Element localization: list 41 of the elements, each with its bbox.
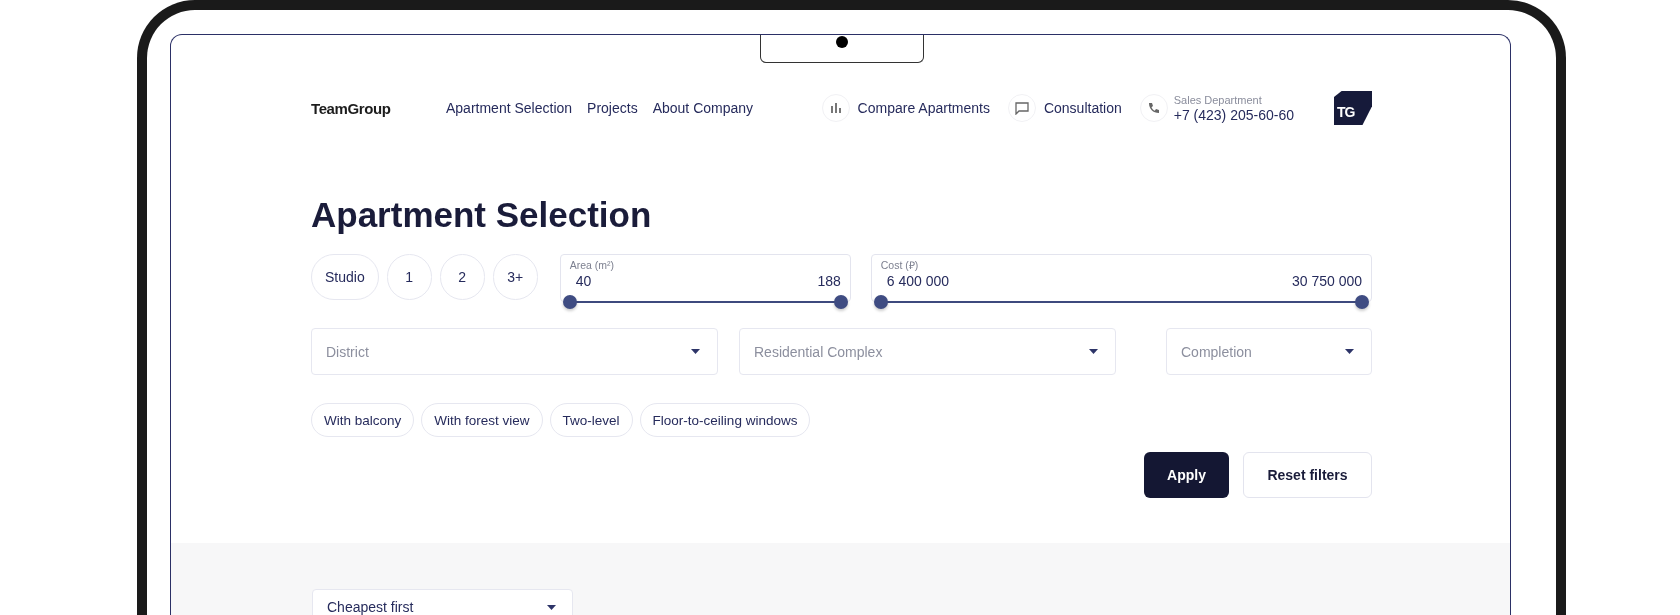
company-logo-mark[interactable]: TG <box>1334 91 1372 125</box>
range-track[interactable] <box>562 295 848 309</box>
caret-icon <box>1089 349 1098 354</box>
compare-link[interactable]: Compare Apartments <box>821 94 990 122</box>
consultation-link[interactable]: Consultation <box>1007 94 1122 122</box>
sales-caption: Sales Department <box>1173 92 1263 107</box>
room-count-option[interactable]: Studio <box>311 254 379 300</box>
camera-icon <box>836 36 848 48</box>
room-count-option[interactable]: 3+ <box>492 254 538 300</box>
range-min-value: 6 400 000 <box>886 272 950 290</box>
feature-tag[interactable]: Floor-to-ceiling windows <box>639 403 811 437</box>
feature-tag[interactable]: Two-level <box>549 403 633 437</box>
reset-button[interactable]: Reset filters <box>1243 452 1372 498</box>
room-count-option[interactable]: 2 <box>439 254 485 300</box>
nav-link[interactable]: About Company <box>652 100 754 116</box>
slider-thumb[interactable] <box>562 295 577 309</box>
chat-bubble-icon <box>1014 101 1029 115</box>
feature-tag[interactable]: With balcony <box>311 403 415 437</box>
slider-thumb[interactable] <box>833 295 848 309</box>
range-min-value: 40 <box>575 272 592 290</box>
apply-button[interactable]: Apply <box>1144 452 1229 498</box>
caret-icon <box>1345 349 1354 354</box>
phone-number[interactable]: +7 (423) 205-60-60 <box>1173 106 1294 124</box>
bar-chart-icon <box>830 103 841 113</box>
phone-icon <box>1147 102 1161 114</box>
slider-thumb[interactable] <box>1355 295 1369 309</box>
brand-logo[interactable]: TeamGroup <box>311 99 446 117</box>
range-track[interactable] <box>873 295 1369 309</box>
room-count-option[interactable]: 1 <box>386 254 432 300</box>
range-max-value: 30 750 000 <box>1291 272 1362 290</box>
slider-thumb[interactable] <box>873 295 888 309</box>
feature-tag[interactable]: With forest view <box>421 403 543 437</box>
range-max-value: 188 <box>817 272 841 290</box>
caret-icon <box>547 604 556 610</box>
range-label: Cost (₽) <box>880 259 920 272</box>
nav-link[interactable]: Projects <box>587 100 638 116</box>
sort-dropdown[interactable]: Cheapest first <box>312 589 573 615</box>
caret-icon <box>691 349 700 354</box>
page-title: Apartment Selection <box>311 195 653 235</box>
nav-link[interactable]: Apartment Selection <box>446 100 573 116</box>
range-label: Area (m²) <box>569 259 616 272</box>
